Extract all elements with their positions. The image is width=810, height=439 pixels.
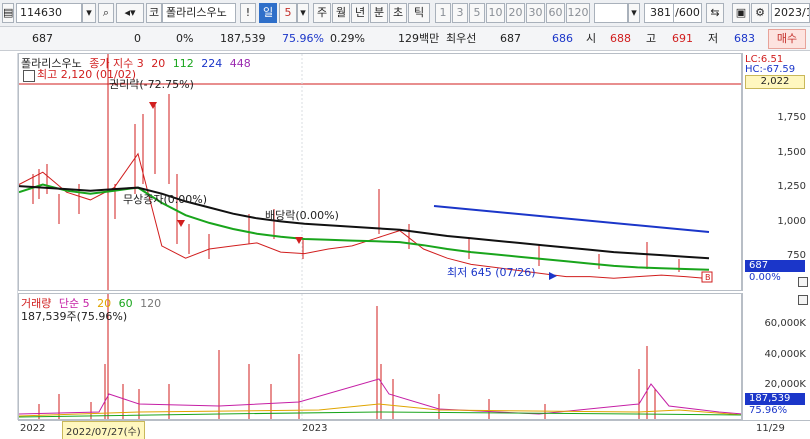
priority-label: 최우선 xyxy=(446,32,477,45)
interval-20-button[interactable]: 20 xyxy=(506,3,525,23)
interval-1-button[interactable]: 1 xyxy=(435,3,451,23)
current-price: 687 xyxy=(32,32,53,45)
period-day-button[interactable]: 일 xyxy=(259,3,277,23)
y-tick-1000: 1,000 xyxy=(777,216,806,227)
interval-5-button[interactable]: 5 xyxy=(469,3,485,23)
date-field[interactable]: 2023/1 xyxy=(771,3,810,23)
cursor-date-label: 2022/07/27(수) xyxy=(62,421,145,439)
period-month-button[interactable]: 월 xyxy=(332,3,350,23)
buy-button[interactable]: 매수 xyxy=(768,29,806,49)
volume-legend-ma-120: 120 xyxy=(140,297,162,310)
axis-corner-icon[interactable] xyxy=(798,277,808,287)
period-year-button[interactable]: 년 xyxy=(351,3,369,23)
x-label-2022: 2022 xyxy=(20,423,46,434)
period-dropdown-icon[interactable]: ▾ xyxy=(297,3,309,23)
price-change: 0 xyxy=(134,32,141,45)
interval-120-button[interactable]: 120 xyxy=(566,3,590,23)
y-tick-1250: 1,250 xyxy=(777,181,806,192)
interval-30-button[interactable]: 30 xyxy=(526,3,545,23)
last-price-pct: 0.00% xyxy=(749,272,781,283)
best-bid: 686 xyxy=(552,32,573,45)
volume-ratio: 75.96% xyxy=(282,32,324,45)
annotation-rights: 권리락(-72.75%) xyxy=(109,78,194,91)
x-label-2023: 2023 xyxy=(302,423,328,434)
volume-axis: 60,000K 40,000K 20,000K 187,539 75.96% xyxy=(742,293,810,420)
search-icon[interactable]: ⌕ xyxy=(98,3,114,23)
low-label: 저 xyxy=(708,32,719,45)
annotation-bonus-issue: 무상증자(0.00%) xyxy=(123,193,208,206)
high-label: 고 xyxy=(646,32,657,45)
interval-dropdown-icon[interactable]: ▾ xyxy=(628,3,640,23)
quote-info-bar: 687 0 0% 187,539 75.96% 0.29% 129백만 최우선 … xyxy=(0,27,810,51)
turnover-percent: 0.29% xyxy=(330,32,365,45)
volume-chart-svg xyxy=(19,294,741,419)
ma-20-line xyxy=(19,152,710,280)
legend-ma-224: 224 xyxy=(201,57,223,70)
volume-value-note: 187,539주(75.96%) xyxy=(21,310,128,323)
stock-name-field: 폴라리스우노 xyxy=(162,3,236,23)
vol-tick-20000k: 20,000K xyxy=(764,379,806,390)
svg-text:B: B xyxy=(705,273,711,282)
price-axis: LC:6.51 HC:-67.59 2,022 1,750 1,500 1,25… xyxy=(742,53,810,291)
legend-ma-112: 112 xyxy=(172,57,194,70)
volume-value: 187,539 xyxy=(220,32,266,45)
period-minute-button[interactable]: 분 xyxy=(370,3,388,23)
low-price: 683 xyxy=(734,32,755,45)
period-second-button[interactable]: 초 xyxy=(389,3,407,23)
divider xyxy=(725,3,731,23)
change-percent: 0% xyxy=(176,32,194,45)
last-price-box: 687 xyxy=(745,260,805,272)
warning-button[interactable]: ! xyxy=(240,3,256,23)
chart-toolbar: ▤ 114630 ▾ ⌕ ◂▾ 코 폴라리스우노 ! 일 5 ▾ 주 월 년 분… xyxy=(0,0,810,27)
interval-10-button[interactable]: 10 xyxy=(486,3,505,23)
price-chart-pane[interactable]: B 폴라리스우노 종가 지수 3 20 112 224 448 최고 2,120… xyxy=(18,53,742,291)
y-tick-1750: 1,750 xyxy=(777,112,806,123)
price-candles xyxy=(32,94,680,272)
interval-60-button[interactable]: 60 xyxy=(546,3,565,23)
y-tick-1500: 1,500 xyxy=(777,147,806,158)
trade-amount: 129백만 xyxy=(398,32,440,45)
market-badge: 코 xyxy=(146,3,162,23)
low-note: 최저 645 (07/26) xyxy=(447,266,536,279)
low-marker-arrow xyxy=(549,272,557,280)
sound-icon[interactable]: ◂▾ xyxy=(116,3,144,23)
save-icon[interactable]: ▣ xyxy=(732,3,750,23)
time-axis: 2022 2022/07/27(수) 2023 11/29 xyxy=(18,420,810,439)
ref-price-box: 2,022 xyxy=(745,75,805,89)
stock-code-input[interactable]: 114630 xyxy=(16,3,82,23)
vol-tick-60000k: 60,000K xyxy=(764,318,806,329)
volume-chart-pane[interactable]: 거래량 단순 5 20 60 120 187,539주(75.96%) xyxy=(18,293,742,420)
open-price: 688 xyxy=(610,32,631,45)
x-label-end-date: 11/29 xyxy=(756,423,785,434)
interval-custom-field[interactable] xyxy=(594,3,628,23)
trend-line xyxy=(433,205,710,233)
left-strip xyxy=(0,53,18,420)
menu-icon[interactable]: ▤ xyxy=(2,3,14,23)
grid-toggle-icon[interactable] xyxy=(23,70,35,82)
period-week-button[interactable]: 주 xyxy=(313,3,331,23)
period-number-field[interactable]: 5 xyxy=(279,3,297,23)
last-volume-pct: 75.96% xyxy=(749,405,788,416)
data-count-total: /600 xyxy=(674,3,702,23)
best-ask: 687 xyxy=(500,32,521,45)
volume-axis-corner-icon[interactable] xyxy=(798,295,808,305)
interval-3-button[interactable]: 3 xyxy=(452,3,468,23)
legend-ma-448: 448 xyxy=(229,57,251,70)
last-volume-box: 187,539 xyxy=(745,393,805,405)
period-tick-button[interactable]: 틱 xyxy=(408,3,430,23)
annotation-dividend: 배당락(0.00%) xyxy=(265,209,339,222)
open-label: 시 xyxy=(586,32,597,45)
data-count-input[interactable]: 381 xyxy=(644,3,674,23)
high-price: 691 xyxy=(672,32,693,45)
code-dropdown-icon[interactable]: ▾ xyxy=(82,3,96,23)
hc-label: HC:-67.59 xyxy=(745,64,796,75)
moving-average-lines xyxy=(19,152,710,280)
volume-bars xyxy=(38,306,656,419)
vol-tick-40000k: 40,000K xyxy=(764,349,806,360)
chart-tool-icon[interactable]: ⇆ xyxy=(706,3,724,23)
legend-ma-20: 20 xyxy=(151,57,166,70)
settings-icon[interactable]: ⚙ xyxy=(751,3,769,23)
